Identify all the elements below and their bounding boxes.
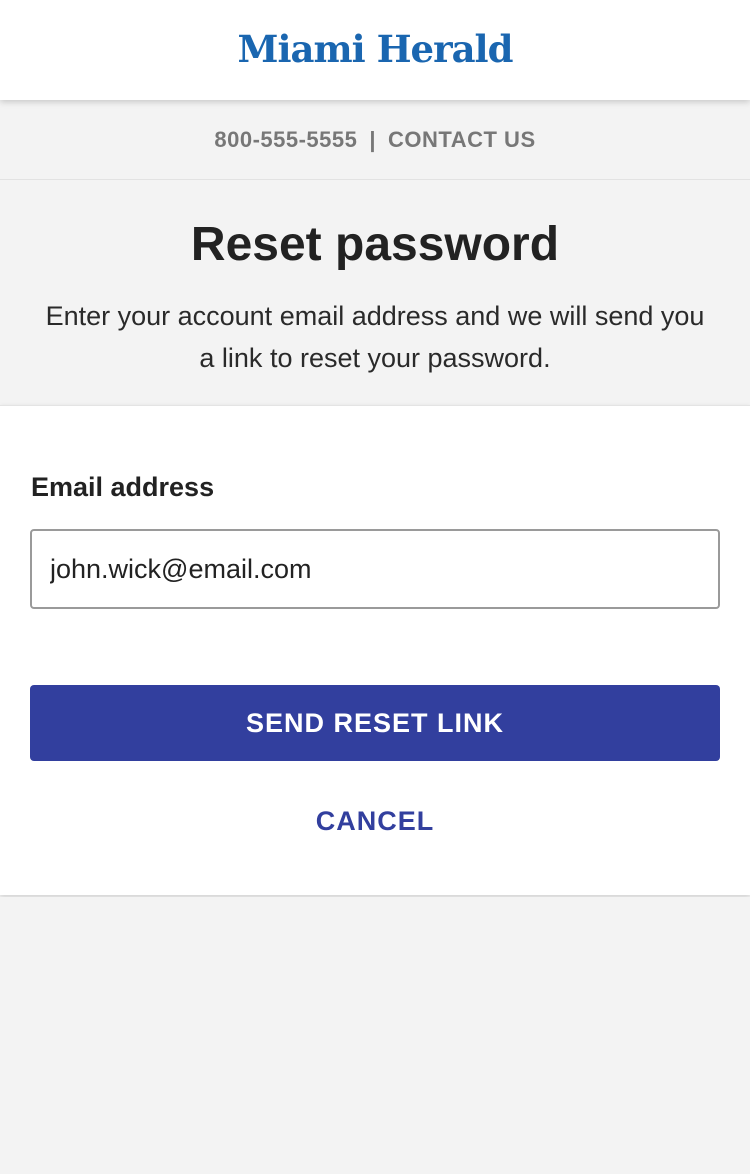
miami-herald-logo[interactable]: Miami Herald — [238, 27, 514, 71]
contact-bar: 800-555-5555 | CONTACT US — [0, 100, 750, 180]
page-title: Reset password — [190, 218, 560, 271]
contact-us-link[interactable]: CONTACT US — [388, 127, 536, 153]
reset-form-card: Email address SEND RESET LINK CANCEL — [0, 405, 750, 895]
site-header: Miami Herald — [0, 0, 750, 100]
page-description: Enter your account email address and we … — [45, 301, 705, 373]
contact-separator: | — [369, 126, 377, 152]
email-label: Email address — [31, 472, 215, 502]
cancel-button[interactable]: CANCEL — [275, 796, 475, 846]
send-reset-link-button[interactable]: SEND RESET LINK — [30, 685, 720, 761]
reset-intro: Reset password Enter your account email … — [0, 181, 750, 405]
email-field[interactable] — [30, 529, 720, 609]
page-background — [0, 897, 750, 1174]
phone-number[interactable]: 800-555-5555 — [214, 127, 357, 153]
